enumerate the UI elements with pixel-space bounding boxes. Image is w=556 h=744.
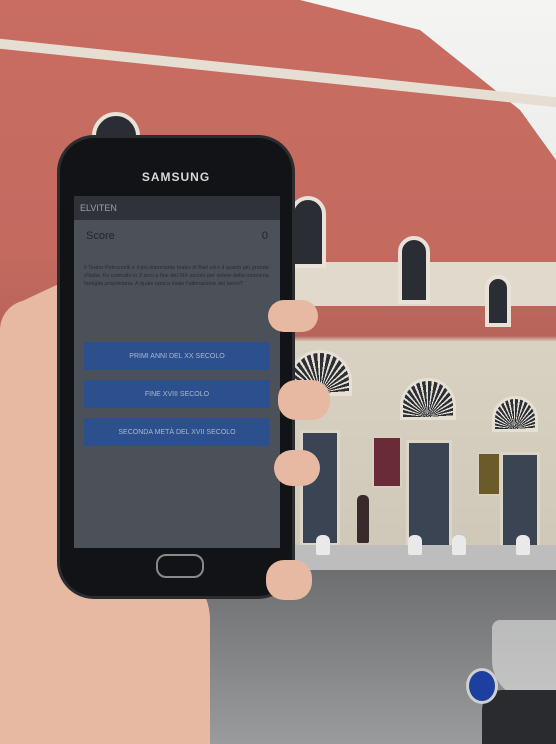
score-label: Score <box>86 230 115 242</box>
smartphone: SAMSUNG ELVITEN Score 0 Il Teatro Petruz… <box>60 138 292 596</box>
headlight <box>466 668 498 704</box>
answer-button-2[interactable]: FINE XVIII SECOLO <box>84 380 270 408</box>
window <box>485 275 511 327</box>
bollard <box>452 535 466 555</box>
finger <box>278 380 330 420</box>
windshield <box>492 620 556 700</box>
poster <box>477 452 501 496</box>
answer-button-1[interactable]: PRIMI ANNI DEL XX SECOLO <box>84 342 270 370</box>
question-text: Il Teatro Petruzzelli è il più important… <box>84 265 269 287</box>
window <box>290 196 326 268</box>
door <box>406 440 452 550</box>
scooter <box>462 620 556 744</box>
finger <box>274 450 320 486</box>
bollard <box>316 535 330 555</box>
window <box>398 236 430 304</box>
score-row: Score 0 <box>74 220 280 242</box>
answer-list: PRIMI ANNI DEL XX SECOLO FINE XVIII SECO… <box>74 324 280 446</box>
poster <box>372 436 402 488</box>
score-value: 0 <box>261 230 268 242</box>
answer-button-3[interactable]: SECONDA METÀ DEL XVII SECOLO <box>84 418 270 446</box>
phone-screen: ELVITEN Score 0 Il Teatro Petruzzelli è … <box>74 196 280 548</box>
home-button[interactable] <box>156 554 204 578</box>
bollard <box>516 535 530 555</box>
bollard <box>408 535 422 555</box>
finger <box>268 300 318 332</box>
door <box>300 430 340 546</box>
status-bar: ELVITEN <box>74 196 280 220</box>
pedestrian <box>357 495 369 543</box>
phone-brand: SAMSUNG <box>141 170 211 184</box>
finger <box>266 560 312 600</box>
